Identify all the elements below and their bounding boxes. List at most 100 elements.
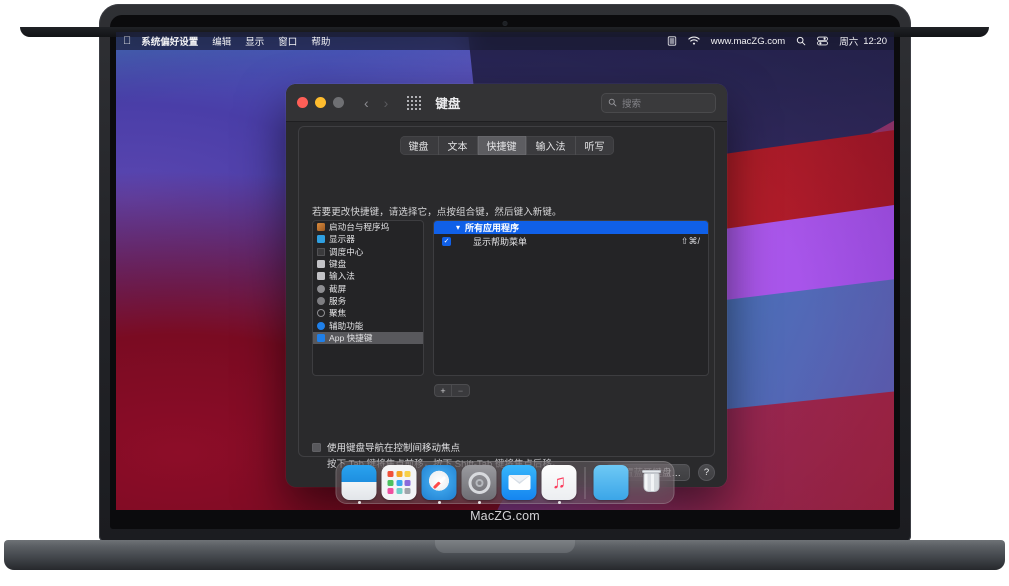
system-preferences-icon [462, 465, 497, 500]
mail-icon [502, 465, 537, 500]
category-label: App 快捷键 [329, 332, 372, 344]
dock-item-mail[interactable] [502, 465, 537, 500]
dock-item-downloads-folder[interactable] [594, 465, 629, 500]
spotlight-icon [317, 309, 325, 317]
dock-item-safari[interactable] [422, 465, 457, 500]
laptop-base [4, 540, 1005, 570]
search-placeholder: 搜索 [622, 96, 641, 110]
forward-button[interactable]: › [384, 96, 389, 110]
minimize-button[interactable] [315, 97, 326, 108]
dock-item-launchpad[interactable] [382, 465, 417, 500]
running-indicator [438, 501, 441, 504]
close-button[interactable] [297, 97, 308, 108]
screenshot-icon [317, 285, 325, 293]
keyboard-navigation-checkbox-row[interactable]: 使用键盘导航在控制间移动焦点 [312, 440, 460, 454]
category-item-input-sources[interactable]: 输入法 [313, 270, 423, 282]
category-item-accessibility[interactable]: 辅助功能 [313, 319, 423, 331]
shortcut-checkbox[interactable]: ✓ [442, 237, 451, 246]
remove-shortcut-button[interactable]: − [452, 385, 469, 396]
category-item-launchpad-dock[interactable]: 启动台与程序坞 [313, 221, 423, 233]
menu-item-system-preferences[interactable]: 系统偏好设置 [141, 34, 198, 48]
category-label: 调度中心 [329, 246, 363, 258]
screenshot-stage:  系统偏好设置 编辑 显示 窗口 帮助 [0, 0, 1009, 586]
shortcut-list[interactable]: ▾ 所有应用程序 ✓ 显示帮助菜单 ⇧⌘/ [433, 220, 709, 376]
table-row[interactable]: ✓ 显示帮助菜单 ⇧⌘/ [434, 234, 708, 249]
finder-icon [342, 465, 377, 500]
category-label: 服务 [329, 295, 346, 307]
menu-item-window[interactable]: 窗口 [278, 34, 297, 48]
shortcut-key: ⇧⌘/ [681, 236, 700, 247]
display-status-icon[interactable] [667, 36, 677, 46]
shortcut-group-row[interactable]: ▾ 所有应用程序 [434, 221, 708, 234]
dock-separator [585, 467, 586, 499]
laptop-screen:  系统偏好设置 编辑 显示 窗口 帮助 [116, 32, 894, 510]
keyboard-icon [317, 260, 325, 268]
menu-item-edit[interactable]: 编辑 [212, 34, 231, 48]
music-icon: ♫ [542, 465, 577, 500]
category-item-services[interactable]: 服务 [313, 295, 423, 307]
category-label: 键盘 [329, 258, 346, 270]
running-indicator [558, 501, 561, 504]
zoom-button[interactable] [333, 97, 344, 108]
dock-item-system-preferences[interactable] [462, 465, 497, 500]
page-title: 键盘 [435, 93, 460, 112]
dock-item-music[interactable]: ♫ [542, 465, 577, 500]
show-all-grid-icon[interactable] [407, 96, 421, 110]
keyboard-navigation-label: 使用键盘导航在控制间移动焦点 [327, 440, 460, 454]
keyboard-navigation-checkbox[interactable] [312, 443, 321, 452]
menubar-day-label[interactable]: 周六 [839, 34, 858, 48]
shortcut-name: 显示帮助菜单 [473, 235, 527, 248]
launchpad-icon [382, 465, 417, 500]
device-brand-label: MacZG.com [110, 509, 900, 523]
launchpad-dock-icon [317, 223, 325, 231]
category-label: 聚焦 [329, 307, 346, 319]
window-titlebar[interactable]: ‹ › 键盘 搜索 [286, 84, 727, 122]
mission-control-icon [317, 248, 325, 256]
shortcut-hint-text: 若要更改快捷键，请选择它，点按组合键，然后键入新键。 [312, 204, 562, 218]
menubar-clock[interactable]: 12:20 [863, 36, 887, 47]
menubar-site-label: www.macZG.com [711, 36, 785, 47]
category-item-mission-control[interactable]: 调度中心 [313, 246, 423, 258]
chevron-down-icon[interactable]: ▾ [456, 223, 460, 232]
category-label: 截屏 [329, 283, 346, 295]
back-button[interactable]: ‹ [364, 96, 369, 110]
category-label: 显示器 [329, 233, 355, 245]
spotlight-search-icon[interactable] [796, 36, 806, 46]
running-indicator [478, 501, 481, 504]
menu-item-view[interactable]: 显示 [245, 34, 264, 48]
category-item-spotlight[interactable]: 聚焦 [313, 307, 423, 319]
search-input[interactable]: 搜索 [601, 93, 716, 113]
dock-item-finder[interactable] [342, 465, 377, 500]
list-edit-buttons: + − [434, 384, 470, 397]
safari-icon [422, 465, 457, 500]
menu-item-help[interactable]: 帮助 [311, 34, 330, 48]
category-list[interactable]: 启动台与程序坞 显示器 调度中心 [312, 220, 424, 376]
running-indicator [358, 501, 361, 504]
laptop-lid:  系统偏好设置 编辑 显示 窗口 帮助 [99, 4, 911, 542]
shortcut-lists: 启动台与程序坞 显示器 调度中心 [312, 220, 709, 376]
control-center-icon[interactable] [817, 36, 828, 46]
category-item-keyboard[interactable]: 键盘 [313, 258, 423, 270]
category-label: 输入法 [329, 270, 355, 282]
search-icon [608, 98, 617, 107]
category-item-display[interactable]: 显示器 [313, 233, 423, 245]
category-item-app-shortcuts[interactable]: App 快捷键 [313, 332, 423, 344]
preferences-body: 键盘 文本 快捷键 输入法 听写 若要更改快捷键，请选择它，点按组合键，然后键入… [286, 122, 727, 487]
category-item-screenshots[interactable]: 截屏 [313, 282, 423, 294]
menu-bar:  系统偏好设置 编辑 显示 窗口 帮助 [116, 32, 894, 50]
wifi-icon[interactable] [688, 36, 700, 46]
trash-icon [634, 465, 669, 500]
help-button[interactable]: ? [698, 464, 715, 481]
accessibility-icon [317, 322, 325, 330]
add-shortcut-button[interactable]: + [435, 385, 452, 396]
apple-logo-icon[interactable]:  [123, 36, 131, 47]
dock: ♫ [336, 461, 675, 504]
dock-item-trash[interactable] [634, 465, 669, 500]
services-gear-icon [317, 297, 325, 305]
traffic-lights [297, 97, 344, 108]
category-label: 辅助功能 [329, 320, 363, 332]
laptop-bezel:  系统偏好设置 编辑 显示 窗口 帮助 [110, 15, 900, 529]
laptop-base-notch [435, 540, 575, 553]
shortcut-group-label: 所有应用程序 [465, 221, 519, 234]
display-icon [317, 235, 325, 243]
